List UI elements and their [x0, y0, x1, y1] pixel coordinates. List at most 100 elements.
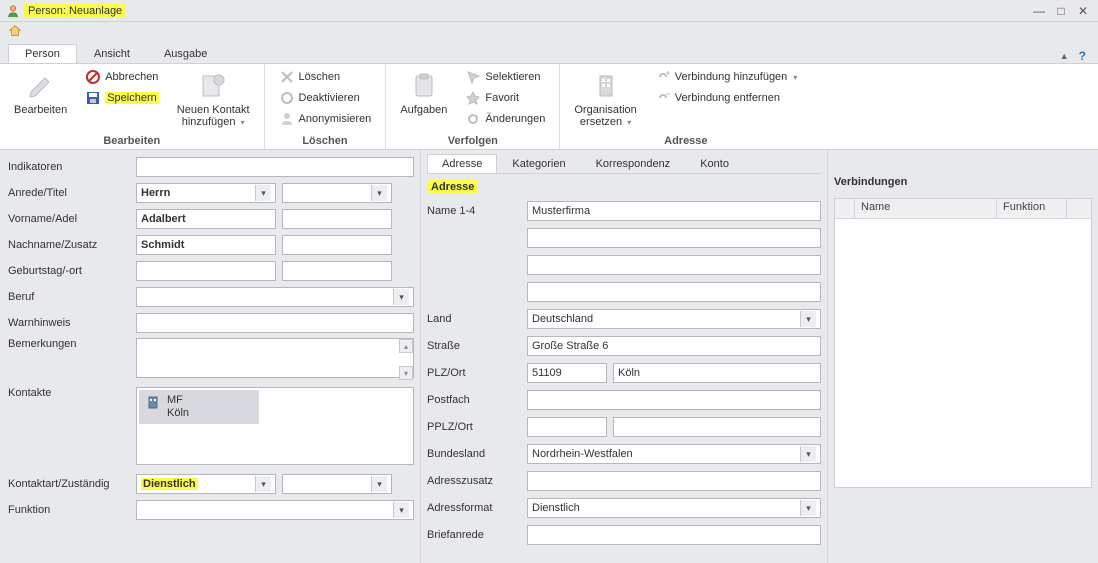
label-funktion: Funktion	[8, 504, 136, 516]
add-connection-button[interactable]: Verbindung hinzufügen ▾	[651, 68, 802, 86]
help-icon[interactable]: ?	[1079, 49, 1086, 63]
label-kontakte: Kontakte	[8, 387, 136, 399]
chevron-down-icon: ▾	[800, 311, 816, 327]
label-adressformat: Adressformat	[427, 502, 527, 514]
label-postfach: Postfach	[427, 394, 527, 406]
menu-tab-person[interactable]: Person	[8, 44, 77, 63]
delete-button[interactable]: Löschen	[275, 68, 376, 86]
menu-tab-row: Person Ansicht Ausgabe ▲ ?	[0, 42, 1098, 64]
scroll-down-icon[interactable]: ▾	[399, 366, 413, 380]
label-vorname: Vorname/Adel	[8, 213, 136, 225]
bundesland-combo[interactable]: Nordrhein-Westfalen▾	[527, 444, 821, 464]
cancel-icon	[85, 69, 101, 85]
port-field[interactable]	[613, 417, 821, 437]
name4-field[interactable]	[527, 282, 821, 302]
adresszusatz-field[interactable]	[527, 471, 821, 491]
kontaktart-combo[interactable]: Dienstlich▾	[136, 474, 276, 494]
deactivate-button[interactable]: Deaktivieren	[275, 89, 376, 107]
bemerkungen-field[interactable]	[136, 338, 414, 378]
chevron-down-icon: ▾	[255, 185, 271, 201]
window-close-button[interactable]: ✕	[1074, 3, 1092, 19]
briefanrede-field[interactable]	[527, 525, 821, 545]
beruf-combo[interactable]: ▾	[136, 287, 414, 307]
title-bar: Person: Neuanlage — □ ✕	[0, 0, 1098, 22]
favorite-button[interactable]: Favorit	[461, 89, 549, 107]
adel-field[interactable]	[282, 209, 392, 229]
ribbon-group-bearbeiten: Bearbeiten Abbrechen Speichern Neuen Kon…	[0, 64, 265, 149]
label-plzort: PLZ/Ort	[427, 367, 527, 379]
label-bemerkungen: Bemerkungen	[8, 338, 136, 350]
save-icon	[85, 90, 101, 106]
name3-field[interactable]	[527, 255, 821, 275]
name1-field[interactable]	[527, 201, 821, 221]
home-icon[interactable]	[8, 24, 22, 41]
adressformat-combo[interactable]: Dienstlich▾	[527, 498, 821, 518]
zustaendig-combo[interactable]: ▾	[282, 474, 392, 494]
chevron-down-icon: ▾	[627, 118, 631, 127]
anonymize-icon	[279, 111, 295, 127]
star-icon	[465, 90, 481, 106]
grid-col-funktion[interactable]: Funktion	[997, 199, 1067, 218]
changes-button[interactable]: Änderungen	[461, 110, 549, 128]
kontakt-item[interactable]: MF Köln	[139, 390, 259, 424]
add-contact-button[interactable]: Neuen Kontakt hinzufügen ▾	[173, 68, 254, 130]
geburtsort-field[interactable]	[282, 261, 392, 281]
menu-tab-ansicht[interactable]: Ansicht	[77, 44, 147, 63]
chevron-down-icon: ▾	[800, 446, 816, 462]
chevron-down-icon: ▾	[371, 185, 387, 201]
chevron-down-icon: ▾	[255, 476, 271, 492]
building-icon	[145, 394, 161, 410]
grid-col-select[interactable]	[835, 199, 855, 218]
plz-field[interactable]	[527, 363, 607, 383]
anonymize-button[interactable]: Anonymisieren	[275, 110, 376, 128]
name2-field[interactable]	[527, 228, 821, 248]
edit-button[interactable]: Bearbeiten	[10, 68, 71, 118]
address-pane: Adresse Kategorien Korrespondenz Konto A…	[420, 150, 828, 563]
ribbon-collapse-icon[interactable]: ▲	[1060, 51, 1069, 61]
label-kontaktart: Kontaktart/Zuständig	[8, 478, 136, 490]
zusatz-field[interactable]	[282, 235, 392, 255]
window-minimize-button[interactable]: —	[1030, 3, 1048, 19]
section-title-adresse: Adresse	[427, 180, 478, 194]
replace-org-button[interactable]: Organisation ersetzen ▾	[570, 68, 640, 130]
titel-combo[interactable]: ▾	[282, 183, 392, 203]
select-button[interactable]: Selektieren	[461, 68, 549, 86]
verbindungen-grid[interactable]: Name Funktion	[834, 198, 1092, 488]
ribbon-group-verfolgen: Aufgaben Selektieren Favorit Änderungen …	[386, 64, 560, 149]
mid-tab-adresse[interactable]: Adresse	[427, 154, 497, 173]
remove-connection-button[interactable]: Verbindung entfernen	[651, 89, 802, 107]
postfach-field[interactable]	[527, 390, 821, 410]
nachname-field[interactable]	[136, 235, 276, 255]
ort-field[interactable]	[613, 363, 821, 383]
kontakte-list[interactable]: MF Köln	[136, 387, 414, 465]
window-maximize-button[interactable]: □	[1052, 3, 1070, 19]
mid-tab-kategorien[interactable]: Kategorien	[497, 154, 580, 173]
funktion-combo[interactable]: ▾	[136, 500, 414, 520]
label-warnhinweis: Warnhinweis	[8, 317, 136, 329]
quick-access-bar	[0, 22, 1098, 42]
tasks-button[interactable]: Aufgaben	[396, 68, 451, 118]
delete-icon	[279, 69, 295, 85]
warnhinweis-field[interactable]	[136, 313, 414, 333]
grid-col-extra[interactable]	[1067, 199, 1091, 218]
label-land: Land	[427, 313, 527, 325]
vorname-field[interactable]	[136, 209, 276, 229]
land-combo[interactable]: Deutschland▾	[527, 309, 821, 329]
deactivate-icon	[279, 90, 295, 106]
indikatoren-field[interactable]	[136, 157, 414, 177]
geburtstag-field[interactable]	[136, 261, 276, 281]
strasse-field[interactable]	[527, 336, 821, 356]
label-geburtstag: Geburtstag/-ort	[8, 265, 136, 277]
link-remove-icon	[655, 90, 671, 106]
anrede-combo[interactable]: Herrn▾	[136, 183, 276, 203]
grid-col-name[interactable]: Name	[855, 199, 997, 218]
mid-tab-korrespondenz[interactable]: Korrespondenz	[581, 154, 686, 173]
ribbon-group-loeschen: Löschen Deaktivieren Anonymisieren Lösch…	[265, 64, 387, 149]
pplz-field[interactable]	[527, 417, 607, 437]
menu-tab-ausgabe[interactable]: Ausgabe	[147, 44, 224, 63]
save-button[interactable]: Speichern	[81, 89, 163, 107]
scroll-up-icon[interactable]: ▴	[399, 339, 413, 353]
mid-tab-konto[interactable]: Konto	[685, 154, 744, 173]
cancel-button[interactable]: Abbrechen	[81, 68, 163, 86]
label-adresszusatz: Adresszusatz	[427, 475, 527, 487]
